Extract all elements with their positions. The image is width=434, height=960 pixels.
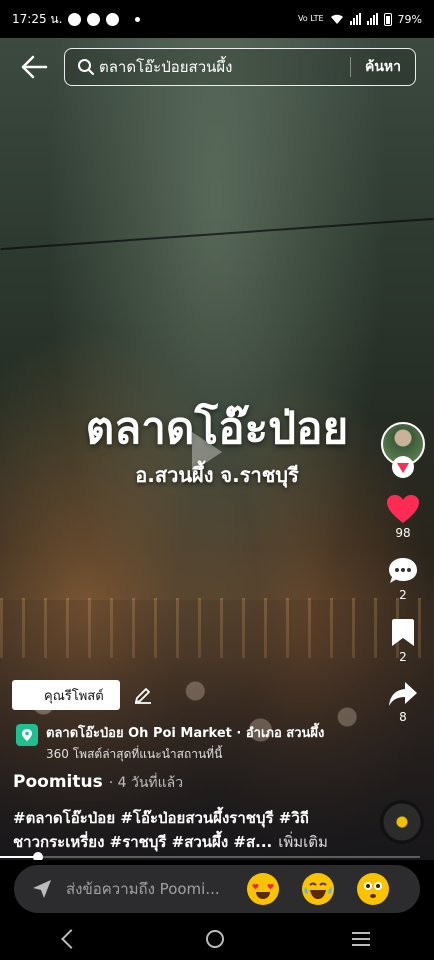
music-disc-icon[interactable] — [380, 800, 424, 844]
author-name[interactable]: Poomitus — [13, 772, 103, 792]
background-wire — [0, 217, 434, 251]
top-bar: ตลาดโอ๊ะป่อยสวนผึ้ง ค้นหา — [0, 46, 434, 88]
comment-icon — [389, 558, 417, 583]
volte-indicator: Vo LTE — [297, 14, 324, 23]
location-detail: 360 โพสต์ล่าสุดที่แนะนำสถานที่นี้ — [46, 747, 223, 761]
notification-dot-icon — [135, 16, 141, 22]
wifi-icon — [330, 14, 343, 24]
location-pin-icon — [16, 724, 38, 746]
bookmark-action[interactable]: 2 — [390, 618, 416, 664]
repost-row: คุณรีโพสต์ — [12, 680, 152, 710]
facebook-icon — [68, 12, 82, 26]
facebook-icon-2 — [87, 12, 101, 26]
post-time: · 4 วันที่แล้ว — [108, 775, 184, 791]
edit-pencil-icon[interactable] — [134, 686, 152, 704]
search-query: ตลาดโอ๊ะป่อยสวนผึ้ง — [99, 58, 233, 76]
follow-badge[interactable] — [392, 456, 414, 478]
repost-icon — [397, 463, 409, 473]
battery-icon — [383, 12, 392, 26]
status-bar: 17:25 น. Vo LTE 79% — [0, 0, 434, 38]
search-button[interactable]: ค้นหา — [349, 57, 415, 77]
video-progress-bar[interactable] — [0, 852, 420, 862]
repost-label: คุณรีโพสต์ — [44, 688, 104, 704]
see-more-button[interactable]: เพิ่มเติม — [278, 833, 328, 851]
bookmark-icon — [392, 619, 414, 646]
nav-recents-icon[interactable] — [352, 932, 370, 946]
nav-back-icon[interactable] — [61, 929, 81, 949]
location-tag[interactable]: ตลาดโอ๊ะป่อย Oh Poi Market · อำเภอ สวนผึ… — [16, 722, 324, 764]
location-name: ตลาดโอ๊ะป่อย Oh Poi Market · อำเภอ สวนผึ… — [46, 726, 325, 741]
share-count: 8 — [399, 710, 407, 724]
video-overlay-subtitle: อ.สวนผึ้ง จ.ราชบุรี — [135, 463, 299, 487]
share-action[interactable]: 8 — [387, 680, 419, 724]
caption-line-1: #ตลาดโอ๊ะป่อย #โอ๊ะป่อยสวนผึ้งราชบุรี #ว… — [13, 809, 309, 827]
bottom-area: ส่งข้อความถึง Poomi... — [0, 860, 434, 960]
heart-icon — [387, 495, 419, 523]
comment-action[interactable]: 2 — [387, 556, 419, 602]
battery-level: 79% — [397, 12, 422, 26]
status-time: 17:25 น. — [12, 11, 63, 26]
back-arrow-icon[interactable] — [20, 54, 48, 80]
video-caption: #ตลาดโอ๊ะป่อย #โอ๊ะป่อยสวนผึ้งราชบุรี #ว… — [13, 806, 373, 854]
messenger-icon — [106, 12, 120, 26]
tears-of-joy-emoji-icon[interactable] — [302, 873, 334, 905]
comment-count: 2 — [399, 588, 407, 602]
send-icon — [33, 880, 51, 898]
share-icon — [389, 682, 417, 706]
search-icon — [78, 59, 94, 75]
bookmark-count: 2 — [399, 650, 407, 664]
author-row: Poomitus · 4 วันที่แล้ว — [13, 772, 183, 794]
comment-input[interactable]: ส่งข้อความถึง Poomi... — [14, 865, 420, 913]
system-nav-bar — [0, 918, 434, 960]
heart-eyes-emoji-icon[interactable] — [247, 873, 279, 905]
comment-placeholder: ส่งข้อความถึง Poomi... — [66, 880, 220, 898]
side-actions: 98 2 2 8 — [378, 422, 428, 724]
repost-chip[interactable]: คุณรีโพสต์ — [12, 680, 120, 710]
flushed-face-emoji-icon[interactable] — [357, 873, 389, 905]
like-action[interactable]: 98 — [386, 494, 420, 540]
caption-line-2: ชาวกระเหรี่ยง #ราชบุรี #สวนผึ้ง #ส... — [13, 833, 273, 851]
signal-icon — [349, 13, 361, 25]
search-input[interactable]: ตลาดโอ๊ะป่อยสวนผึ้ง ค้นหา — [64, 48, 416, 86]
signal-icon-2 — [366, 13, 378, 25]
nav-home-icon[interactable] — [206, 930, 224, 948]
like-count: 98 — [395, 526, 411, 540]
